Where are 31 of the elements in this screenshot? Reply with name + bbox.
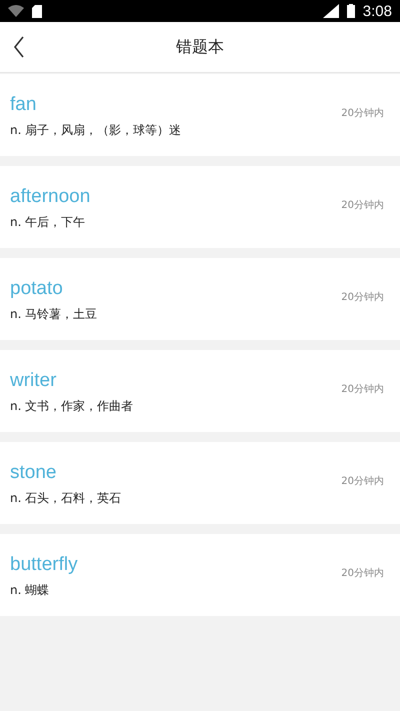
page-title: 错题本 <box>176 36 224 58</box>
time-label: 20分钟内 <box>341 290 384 304</box>
word-meaning: n. 马铃薯，土豆 <box>10 306 98 322</box>
word-meaning: n. 午后，下午 <box>10 214 86 230</box>
time-label: 20分钟内 <box>341 566 384 580</box>
time-label: 20分钟内 <box>341 382 384 396</box>
time-label: 20分钟内 <box>341 106 384 120</box>
time-label: 20分钟内 <box>341 474 384 488</box>
word-card[interactable]: stone 20分钟内 n. 石头，石料，英石 <box>0 442 400 524</box>
word-text: fan <box>10 94 38 116</box>
word-card[interactable]: fan 20分钟内 n. 扇子，风扇，（影，球等）迷 <box>0 74 400 156</box>
sim-card-icon <box>32 4 42 18</box>
time-label: 20分钟内 <box>341 198 384 212</box>
word-card[interactable]: afternoon 20分钟内 n. 午后，下午 <box>0 166 400 248</box>
word-text: butterfly <box>10 554 79 576</box>
word-meaning: n. 文书，作家，作曲者 <box>10 398 134 414</box>
battery-icon <box>346 4 355 18</box>
word-card[interactable]: butterfly 20分钟内 n. 蝴蝶 <box>0 534 400 616</box>
word-text: writer <box>10 370 58 392</box>
clock-time: 3:08 <box>362 2 392 20</box>
word-text: afternoon <box>10 186 92 208</box>
word-card[interactable]: potato 20分钟内 n. 马铃薯，土豆 <box>0 258 400 340</box>
word-meaning: n. 扇子，风扇，（影，球等）迷 <box>10 122 182 138</box>
word-text: stone <box>10 462 58 484</box>
word-meaning: n. 石头，石料，英石 <box>10 490 122 506</box>
signal-icon <box>322 4 339 18</box>
word-text: potato <box>10 278 64 300</box>
wifi-icon <box>8 5 24 17</box>
word-meaning: n. 蝴蝶 <box>10 582 50 598</box>
chevron-left-icon <box>13 36 25 58</box>
word-card[interactable]: writer 20分钟内 n. 文书，作家，作曲者 <box>0 350 400 432</box>
